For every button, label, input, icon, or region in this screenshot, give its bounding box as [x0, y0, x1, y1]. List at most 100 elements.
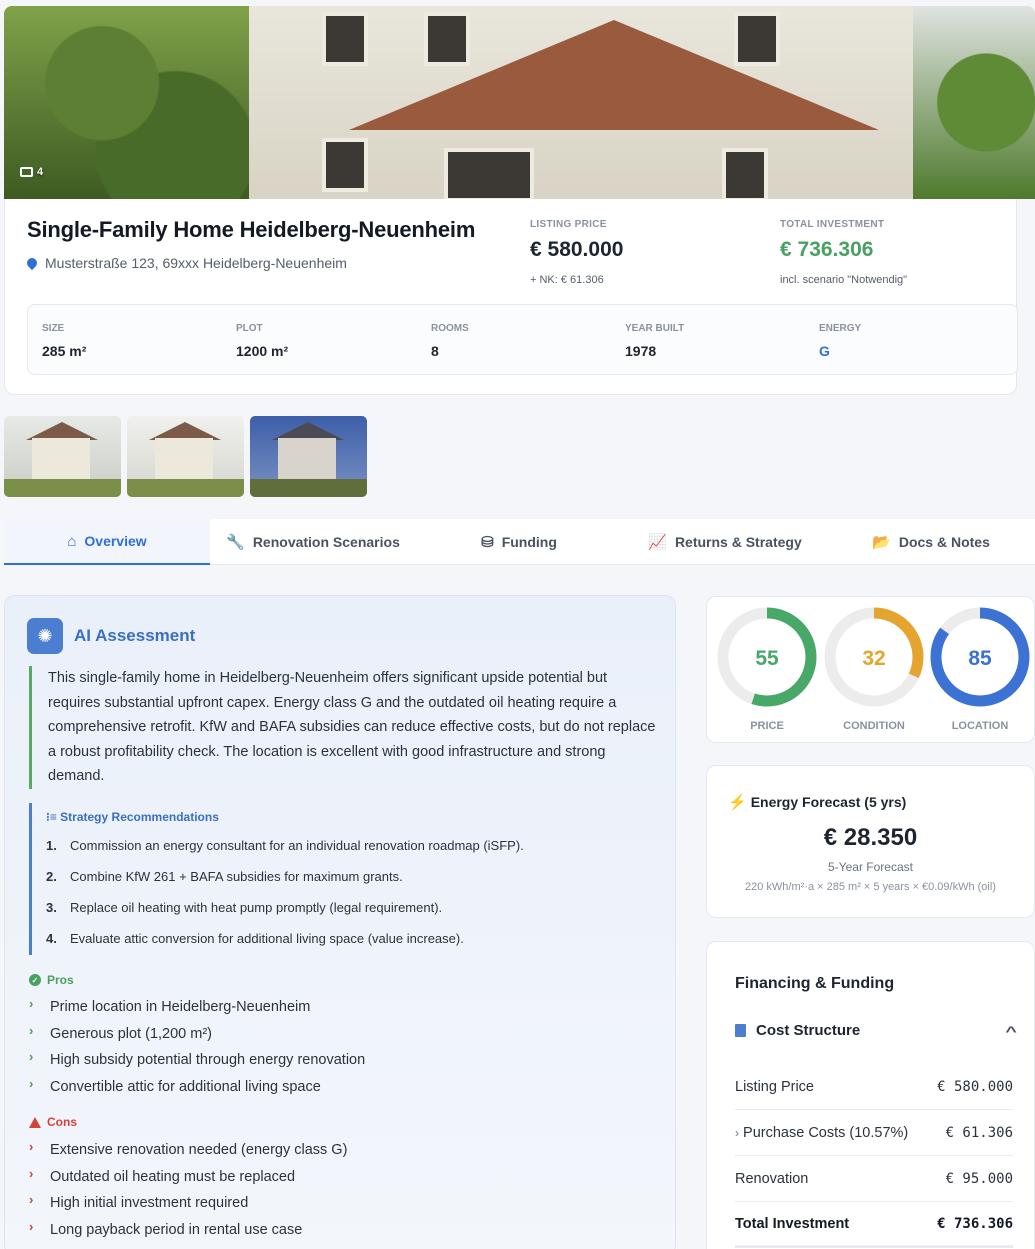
- strategy-title: ⁝≡ Strategy Recommendations: [46, 803, 659, 824]
- cost-amount: € 736.306: [937, 1215, 1013, 1232]
- ai-assessment-card: ✺ AI Assessment This single-family home …: [4, 595, 676, 1249]
- con-text: Extensive renovation needed (energy clas…: [50, 1142, 348, 1158]
- chart-line-icon: 📈: [648, 534, 667, 551]
- tab-renovation-scenarios[interactable]: 🔧 Renovation Scenarios: [210, 519, 416, 565]
- list-item: › Convertible attic for additional living…: [29, 1076, 649, 1106]
- thumb-house: [155, 438, 213, 480]
- cost-label-wrap: › Purchase Costs (10.57%): [735, 1125, 908, 1141]
- brain-icon: ✺: [27, 618, 63, 654]
- gauge-label: PRICE: [750, 720, 784, 732]
- list-number: 1.: [46, 838, 57, 853]
- con-text: Long payback period in rental use case: [50, 1222, 303, 1239]
- photo-count-badge[interactable]: 4: [20, 166, 43, 178]
- cost-row-purchase-costs[interactable]: › Purchase Costs (10.57%) € 61.306: [735, 1110, 1013, 1156]
- chevron-up-icon[interactable]: ^: [1005, 1023, 1016, 1039]
- list-item: 1. Commission an energy consultant for an…: [46, 838, 659, 869]
- hero-window: [722, 148, 768, 199]
- cost-label: Total Investment: [735, 1215, 850, 1232]
- list-item: › Long payback period in rental use case: [29, 1219, 649, 1249]
- tab-docs-notes[interactable]: 📂 Docs & Notes: [828, 519, 1034, 565]
- chevron-right-icon: ›: [29, 1165, 34, 1181]
- financing-title: Financing & Funding: [735, 975, 895, 992]
- list-item: › Extensive renovation needed (energy cla…: [29, 1139, 649, 1169]
- cost-amount: € 61.306: [945, 1124, 1013, 1141]
- tab-funding[interactable]: ⛁ Funding: [416, 519, 622, 565]
- image-icon: [20, 167, 33, 177]
- fact-label: ROOMS: [431, 323, 469, 334]
- list-item: › Prime location in Heidelberg-Neuenheim: [29, 997, 649, 1026]
- listing-header-card: Single-Family Home Heidelberg-Neuenheim …: [4, 199, 1018, 395]
- fact-energy: ENERGY G: [819, 323, 861, 359]
- gauge-svg: 32: [824, 607, 924, 707]
- cost-row-listing-price: Listing Price € 580.000: [735, 1064, 1013, 1110]
- thumb-grass: [127, 479, 244, 497]
- cost-label: Listing Price: [735, 1078, 814, 1095]
- energy-title-text: Energy Forecast (5 yrs): [750, 794, 907, 810]
- thumb-grass: [4, 479, 121, 497]
- cost-structure-title: Cost Structure: [756, 1022, 861, 1039]
- strategy-text: Combine KfW 261 + BAFA subsidies for max…: [70, 869, 403, 884]
- tab-label: Returns & Strategy: [674, 534, 802, 550]
- financing-card: Financing & Funding Cost Structure ^ Lis…: [706, 941, 1035, 1249]
- listing-price: € 580.000: [530, 238, 624, 261]
- cost-amount: € 95.000: [945, 1170, 1013, 1187]
- photo-count: 4: [37, 166, 44, 178]
- list-item: › Outdated oil heating must be replaced: [29, 1165, 649, 1196]
- tab-overview[interactable]: ⌂ Overview: [4, 519, 210, 565]
- gauge-value: 55: [755, 647, 779, 670]
- tab-returns-strategy[interactable]: 📈 Returns & Strategy: [622, 519, 828, 565]
- gauge-svg: 85: [930, 607, 1030, 707]
- strategy-text: Replace oil heating with heat pump promp…: [70, 900, 443, 915]
- strategy-recommendations: ⁝≡ Strategy Recommendations 1. Commission…: [29, 803, 659, 955]
- fact-label: PLOT: [236, 323, 263, 334]
- list-item: › High subsidy potential through energy r…: [29, 1049, 649, 1079]
- address-text: Musterstraße 123, 69xxx Heidelberg-Neuen…: [45, 255, 347, 271]
- pro-text: High subsidy potential through energy re…: [50, 1052, 366, 1069]
- thumbnail-2[interactable]: [127, 416, 244, 497]
- chevron-right-icon: ›: [29, 1022, 34, 1038]
- strategy-title-text: Strategy Recommendations: [60, 810, 219, 824]
- chevron-right-icon: ›: [29, 1139, 34, 1154]
- cost-label: Purchase Costs (10.57%): [743, 1124, 909, 1141]
- pro-text: Convertible attic for additional living …: [50, 1079, 321, 1096]
- thumb-grass: [250, 479, 367, 497]
- tab-label: Renovation Scenarios: [252, 534, 400, 550]
- energy-title: ⚡ Energy Forecast (5 yrs): [728, 793, 906, 811]
- wrench-icon: 🔧: [226, 534, 245, 551]
- fact-label: ENERGY: [819, 323, 862, 334]
- folder-icon: 📂: [872, 534, 891, 551]
- listing-price-label: LISTING PRICE: [530, 219, 607, 230]
- fact-value: G: [819, 343, 830, 359]
- cost-structure-toggle[interactable]: Cost Structure ^: [735, 1022, 1017, 1039]
- score-gauge-condition: 32 CONDITION: [824, 607, 924, 732]
- list-item: › High initial investment required: [29, 1193, 649, 1222]
- document-icon: [735, 1024, 746, 1037]
- chevron-right-icon: ›: [29, 1076, 34, 1092]
- fact-rooms: ROOMS 8: [431, 323, 469, 359]
- thumbnail-1[interactable]: [4, 416, 121, 497]
- hero-window: [444, 148, 534, 199]
- thumbnail-3[interactable]: [250, 416, 367, 497]
- ai-summary-text: This single-family home in Heidelberg-Ne…: [29, 666, 659, 789]
- chevron-right-icon[interactable]: ›: [735, 1126, 739, 1140]
- list-item: › Generous plot (1,200 m²): [29, 1022, 649, 1053]
- list-ordered-icon: ⁝≡: [46, 810, 57, 824]
- cons-title: Cons: [29, 1115, 77, 1129]
- pro-text: Generous plot (1,200 m²): [50, 1025, 212, 1042]
- home-icon: ⌂: [67, 532, 77, 550]
- listing-title: Single-Family Home Heidelberg-Neuenheim: [27, 217, 476, 242]
- coins-icon: ⛁: [481, 534, 494, 551]
- fact-label: YEAR BUILT: [625, 323, 685, 334]
- chevron-right-icon: ›: [29, 1219, 34, 1235]
- hero-photo[interactable]: 4: [4, 6, 1035, 199]
- total-investment-label: TOTAL INVESTMENT: [780, 219, 885, 230]
- thumb-house: [278, 438, 336, 480]
- hero-window: [734, 12, 780, 66]
- chevron-right-icon: ›: [29, 1049, 34, 1065]
- tab-label: Funding: [501, 534, 557, 550]
- strategy-list: 1. Commission an energy consultant for an…: [46, 838, 659, 962]
- list-number: 2.: [46, 869, 57, 884]
- detail-tabs: ⌂ Overview 🔧 Renovation Scenarios ⛁ Fund…: [4, 519, 1035, 565]
- check-circle-icon: ✓: [29, 974, 41, 986]
- total-investment-block: TOTAL INVESTMENT € 736.306 incl. scenari…: [780, 219, 907, 286]
